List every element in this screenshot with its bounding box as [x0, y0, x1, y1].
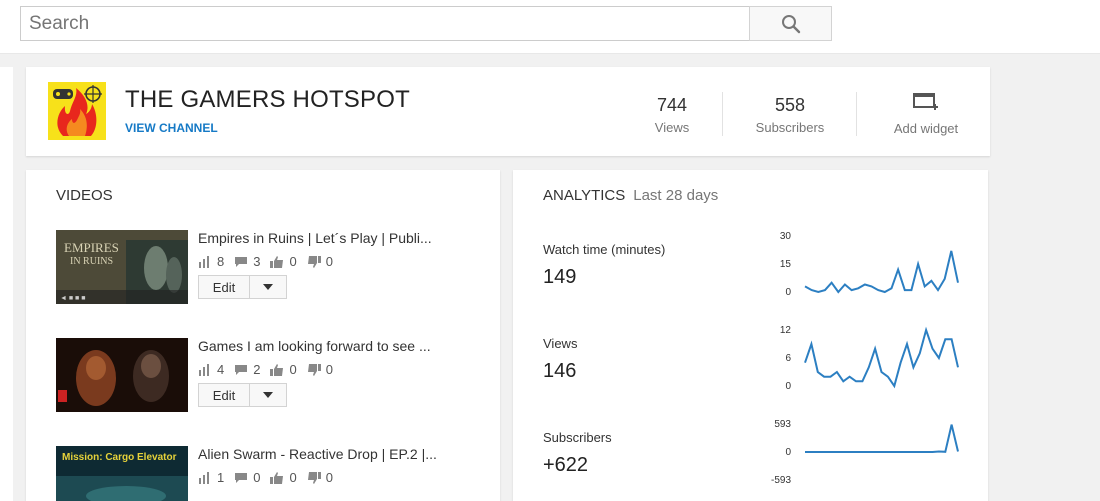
video-comments: 2 [253, 362, 261, 377]
thumbs-up-icon [270, 363, 284, 376]
channel-logo[interactable] [48, 82, 106, 140]
left-sidebar-edge [0, 67, 13, 501]
video-item: Games I am looking forward to see ... 4 … [56, 338, 486, 418]
sparkline-series [804, 250, 959, 294]
video-dislikes: 0 [325, 362, 333, 377]
thumbs-down-icon [307, 363, 321, 376]
stat-divider [722, 92, 723, 136]
metric-subscribers[interactable]: Subscribers +622 [543, 430, 612, 477]
video-likes: 0 [289, 470, 297, 485]
edit-controls: Edit [198, 275, 287, 299]
comment-icon [235, 364, 248, 375]
subscribers-count: 558 [774, 95, 806, 115]
sparkline-series [804, 326, 959, 389]
metric-label: Subscribers [543, 430, 612, 445]
video-dislikes: 0 [325, 470, 333, 485]
sparkline-tick-label: 12 [780, 325, 792, 336]
caret-down-icon [263, 392, 273, 398]
metric-label: Watch time (minutes) [543, 242, 666, 257]
video-stats: 4 2 0 0 [198, 362, 343, 377]
bar-chart-icon [199, 255, 209, 268]
video-comments: 0 [253, 470, 261, 485]
edit-button[interactable]: Edit [198, 275, 250, 299]
comment-icon [235, 472, 248, 483]
subscribers-stat: 558 Subscribers [742, 95, 838, 135]
video-views: 1 [217, 470, 225, 485]
metric-value: 149 [543, 266, 577, 288]
svg-text:Mission: Cargo Elevator: Mission: Cargo Elevator [62, 452, 177, 463]
bar-chart-icon [199, 471, 209, 484]
thumbs-down-icon [307, 255, 321, 268]
sparkline-tick-label: 0 [785, 447, 791, 458]
metric-value: 146 [543, 360, 577, 382]
channel-name: THE GAMERS HOTSPOT [125, 86, 410, 113]
subscribers-sparkline[interactable]: 593 0 -593 [753, 416, 968, 486]
video-thumbnail[interactable]: EMPIRES IN RUINS ◄ ■ ■ ■ [56, 230, 188, 304]
sparkline-tick-label: 6 [785, 353, 791, 364]
edit-controls: Edit [198, 383, 287, 407]
svg-text:IN RUINS: IN RUINS [70, 256, 113, 267]
analytics-card: ANALYTICS Last 28 days Watch time (minute… [513, 170, 988, 501]
svg-text:EMPIRES: EMPIRES [64, 240, 119, 255]
svg-text:◄ ■ ■ ■: ◄ ■ ■ ■ [60, 295, 85, 302]
search-icon [781, 14, 800, 33]
views-stat: 744 Views [637, 95, 707, 135]
video-title[interactable]: Games I am looking forward to see ... [198, 338, 458, 354]
add-widget-button[interactable]: Add widget [881, 92, 971, 136]
edit-button[interactable]: Edit [198, 383, 250, 407]
sparkline-tick-label: 15 [780, 259, 792, 270]
stat-divider [856, 92, 857, 136]
channel-header-card: THE GAMERS HOTSPOT VIEW CHANNEL 744 View… [26, 67, 990, 156]
metric-watch-time[interactable]: Watch time (minutes) 149 [543, 242, 665, 289]
sparkline-tick-label: 0 [785, 381, 791, 392]
caret-down-icon [263, 284, 273, 290]
video-thumbnail[interactable] [56, 338, 188, 412]
views-count: 744 [656, 95, 688, 115]
add-widget-label: Add widget [893, 121, 959, 136]
sparkline-tick-label: 0 [785, 287, 791, 298]
metric-value: +622 [543, 454, 589, 476]
views-sparkline[interactable]: 12 6 0 [753, 322, 968, 392]
thumbs-down-icon [307, 471, 321, 484]
search-button[interactable] [749, 6, 832, 41]
video-views: 8 [217, 254, 225, 269]
comment-icon [235, 256, 248, 267]
metric-label: Views [543, 336, 578, 351]
video-comments: 3 [253, 254, 261, 269]
top-bar [0, 0, 1100, 54]
edit-menu-button[interactable] [250, 275, 287, 299]
metric-views[interactable]: Views 146 [543, 336, 577, 383]
video-title[interactable]: Empires in Ruins | Let´s Play | Publi... [198, 230, 458, 246]
video-thumbnail[interactable]: Mission: Cargo Elevator [56, 446, 188, 501]
watch-time-sparkline[interactable]: 30 15 0 [753, 228, 968, 298]
sparkline-tick-label: 30 [780, 231, 792, 242]
analytics-heading: ANALYTICS Last 28 days [543, 187, 718, 204]
view-channel-link[interactable]: VIEW CHANNEL [125, 121, 218, 135]
bar-chart-icon [199, 363, 209, 376]
analytics-title: ANALYTICS [543, 187, 626, 204]
analytics-period: Last 28 days [633, 187, 719, 204]
videos-card: VIDEOS EMPIRES IN RUINS ◄ ■ ■ ■ Empires … [26, 170, 500, 501]
thumbs-up-icon [270, 471, 284, 484]
thumbs-up-icon [270, 255, 284, 268]
video-likes: 0 [289, 362, 297, 377]
sparkline-series [805, 424, 959, 453]
search-input[interactable] [20, 6, 750, 41]
video-stats: 1 0 0 0 [198, 470, 343, 485]
video-item: EMPIRES IN RUINS ◄ ■ ■ ■ Empires in Ruin… [56, 230, 486, 310]
video-title[interactable]: Alien Swarm - Reactive Drop | EP.2 |... [198, 446, 458, 462]
video-likes: 0 [289, 254, 297, 269]
video-item: Mission: Cargo Elevator Alien Swarm - Re… [56, 446, 486, 501]
videos-heading: VIDEOS [56, 187, 113, 204]
sparkline-tick-label: -593 [771, 475, 791, 486]
video-stats: 8 3 0 0 [198, 254, 343, 269]
add-widget-icon [913, 93, 938, 110]
subscribers-label: Subscribers [755, 120, 825, 135]
edit-menu-button[interactable] [250, 383, 287, 407]
views-label: Views [654, 120, 690, 135]
video-views: 4 [217, 362, 225, 377]
video-dislikes: 0 [325, 254, 333, 269]
sparkline-tick-label: 593 [774, 419, 791, 430]
